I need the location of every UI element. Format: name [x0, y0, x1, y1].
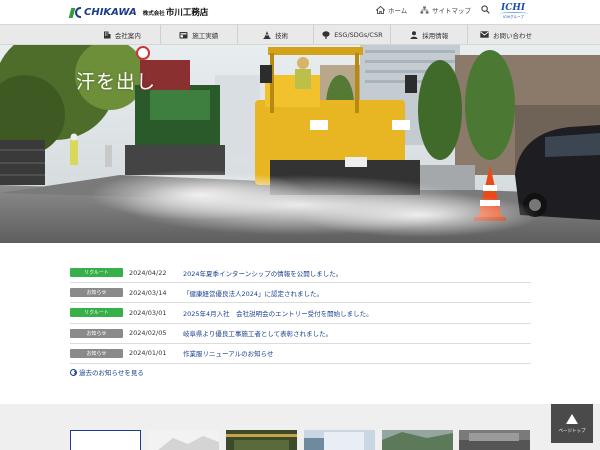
nav-item-esg[interactable]: ESG/SDGs/CSR: [314, 25, 392, 44]
feature-card-image: [226, 434, 297, 450]
construction-icon: [179, 31, 188, 39]
news-date: 2024/03/01: [129, 308, 167, 317]
building-icon: [103, 31, 111, 39]
feature-card[interactable]: [304, 430, 375, 450]
cone-icon: [263, 30, 271, 39]
hero-caption: 汗を出し: [76, 71, 157, 93]
logo-mark-icon: [68, 6, 82, 19]
group-badge-subtext: ICHIグループ: [503, 15, 524, 19]
nav-label: 採用情報: [422, 31, 449, 40]
nav-item-works[interactable]: 施工実績: [161, 25, 238, 44]
page-top-button[interactable]: ページトップ: [551, 404, 593, 443]
global-nav: 会社案内 施工実績 技術 ESG/SDGs/CSR 採用情報 お問い合わせ: [0, 24, 600, 45]
feature-card[interactable]: [70, 430, 141, 450]
feature-card[interactable]: [226, 430, 297, 450]
sitemap-link[interactable]: サイトマップ: [420, 5, 471, 15]
chevron-right-circle-icon: [70, 368, 77, 376]
group-brand-badge[interactable]: ICHI ICHIグループ: [498, 2, 532, 22]
news-item[interactable]: リクルート 2024/03/01 2025年4月入社 会社説明会のエントリー受付…: [70, 303, 531, 324]
nav-item-technology[interactable]: 技術: [238, 25, 315, 44]
news-item[interactable]: お知らせ 2024/01/01 作業服リニューアルのお知らせ: [70, 344, 531, 364]
logo-company-name: 市川工務店: [165, 8, 209, 18]
feature-card-image: [158, 436, 219, 450]
news-list: リクルート 2024/04/22 2024年夏季インターンシップの情報を公開しま…: [70, 263, 531, 364]
sitemap-link-label: サイトマップ: [432, 7, 471, 15]
nav-item-contact[interactable]: お問い合わせ: [468, 25, 544, 44]
news-title-link[interactable]: 2024年夏季インターンシップの情報を公開しました。: [183, 268, 342, 278]
feature-card-image: [459, 433, 530, 450]
news-category-badge: お知らせ: [70, 288, 123, 298]
nav-label: 会社案内: [114, 31, 141, 40]
person-icon: [410, 30, 418, 39]
sitemap-icon: [420, 6, 429, 14]
news-date: 2024/04/22: [129, 268, 167, 277]
feature-card[interactable]: [382, 430, 453, 450]
page-top-label: ページトップ: [558, 428, 586, 434]
news-title-link[interactable]: 2025年4月入社 会社説明会のエントリー受付を開始しました。: [183, 308, 373, 318]
news-title-link[interactable]: 岐阜県より優良工事施工者として表彰されました。: [183, 328, 332, 338]
news-category-badge: お知らせ: [70, 328, 123, 338]
news-category-badge: リクルート: [70, 268, 123, 278]
news-item[interactable]: お知らせ 2024/03/14 「健康経営優良法人2024」に認定されました。: [70, 283, 531, 304]
feature-card-image: [304, 432, 364, 450]
site-header: CHIKAWA 株式会社 市川工務店 ホーム サイトマップ ICHI ICHIグ…: [0, 0, 600, 24]
news-category-badge: お知らせ: [70, 348, 123, 358]
nav-label: 技術: [275, 31, 289, 40]
news-title-link[interactable]: 作業服リニューアルのお知らせ: [183, 348, 274, 358]
nav-label: ESG/SDGs/CSR: [334, 30, 383, 39]
news-date: 2024/01/01: [129, 349, 167, 358]
nav-item-recruit[interactable]: 採用情報: [391, 25, 469, 44]
nav-item-company[interactable]: 会社案内: [84, 25, 161, 44]
news-date: 2024/03/14: [129, 288, 167, 297]
news-item[interactable]: お知らせ 2024/02/05 岐阜県より優良工事施工者として表彰されました。: [70, 324, 531, 344]
search-button[interactable]: [481, 5, 493, 14]
news-date: 2024/02/05: [129, 329, 167, 338]
company-logo[interactable]: CHIKAWA 株式会社 市川工務店: [68, 4, 209, 20]
mail-icon: [480, 31, 489, 38]
search-icon: [481, 5, 490, 14]
home-link[interactable]: ホーム: [376, 5, 407, 15]
news-category-badge: リクルート: [70, 308, 123, 318]
logo-company-type: 株式会社: [142, 10, 165, 17]
logo-text: CHIKAWA: [84, 6, 137, 18]
news-item[interactable]: リクルート 2024/04/22 2024年夏季インターンシップの情報を公開しま…: [70, 263, 531, 284]
news-title-link[interactable]: 「健康経営優良法人2024」に認定されました。: [183, 288, 323, 298]
feature-card[interactable]: [459, 430, 530, 450]
nav-label: お問い合わせ: [493, 31, 533, 40]
feature-card-image: [382, 432, 453, 450]
past-news-link[interactable]: 過去のお知らせを見る: [70, 367, 144, 377]
tree-icon: [322, 30, 330, 39]
feature-card[interactable]: [148, 430, 219, 450]
nav-label: 施工実績: [192, 31, 219, 40]
past-news-link-label: 過去のお知らせを見る: [79, 369, 144, 377]
feature-band: [0, 404, 600, 450]
home-link-label: ホーム: [388, 7, 408, 15]
hero-image: 汗を出し: [0, 45, 600, 243]
arrow-up-icon: [566, 413, 578, 424]
home-icon: [376, 6, 385, 14]
